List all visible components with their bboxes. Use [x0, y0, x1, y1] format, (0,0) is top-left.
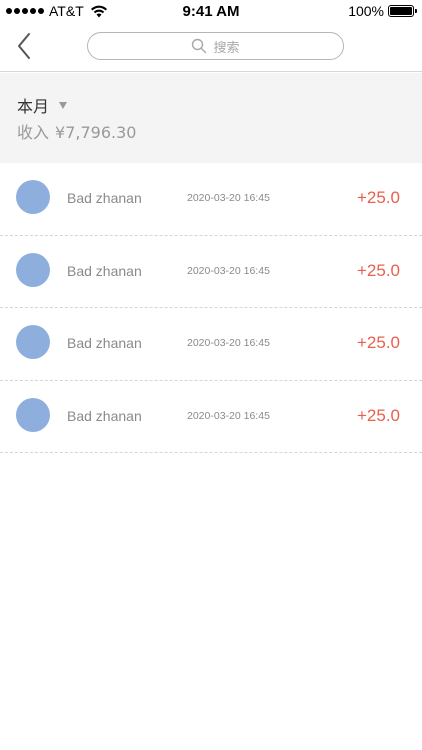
back-button[interactable] — [10, 30, 38, 62]
avatar — [16, 252, 50, 287]
income-total: 收入 ¥7,796.30 — [17, 119, 136, 143]
income-amount: ¥7,796.30 — [55, 123, 137, 142]
search-input[interactable]: 搜索 — [87, 32, 344, 60]
battery-icon — [388, 5, 417, 17]
item-name: Bad zhanan — [67, 262, 142, 279]
battery-percent: 100% — [348, 3, 384, 19]
item-name: Bad zhanan — [67, 407, 142, 424]
income-summary: 本月 收入 ¥7,796.30 — [0, 73, 422, 163]
list-item[interactable]: Bad zhanan 2020-03-20 16:45 +25.0 — [0, 381, 422, 453]
search-placeholder: 搜索 — [213, 40, 240, 56]
item-amount: +25.0 — [356, 333, 400, 352]
period-label: 本月 — [17, 97, 50, 116]
avatar — [16, 180, 50, 214]
status-bar: AT&T 9:41 AM 100% — [0, 0, 422, 22]
item-name: Bad zhanan — [67, 190, 142, 206]
chevron-left-icon — [18, 33, 30, 59]
item-amount: +25.0 — [356, 188, 400, 207]
search-icon — [192, 38, 207, 54]
item-name: Bad zhanan — [67, 335, 142, 351]
status-right: 100% — [348, 3, 417, 19]
item-time: 2020-03-20 16:45 — [187, 409, 270, 422]
period-selector[interactable]: 本月 — [17, 93, 68, 117]
avatar — [16, 325, 50, 359]
item-time: 2020-03-20 16:45 — [187, 264, 270, 277]
transaction-list: Bad zhanan 2020-03-20 16:45 +25.0 Bad zh… — [0, 163, 422, 453]
item-time: 2020-03-20 16:45 — [187, 337, 270, 349]
avatar — [16, 397, 50, 432]
list-item[interactable]: Bad zhanan 2020-03-20 16:45 +25.0 — [0, 236, 422, 308]
item-amount: +25.0 — [356, 260, 400, 280]
nav-bar: 搜索 — [0, 22, 422, 72]
dropdown-caret-icon — [59, 101, 68, 109]
list-item[interactable]: Bad zhanan 2020-03-20 16:45 +25.0 — [0, 308, 422, 381]
item-amount: +25.0 — [356, 405, 400, 425]
income-label: 收入 — [17, 123, 50, 142]
item-time: 2020-03-20 16:45 — [187, 192, 270, 204]
list-item[interactable]: Bad zhanan 2020-03-20 16:45 +25.0 — [0, 163, 422, 236]
